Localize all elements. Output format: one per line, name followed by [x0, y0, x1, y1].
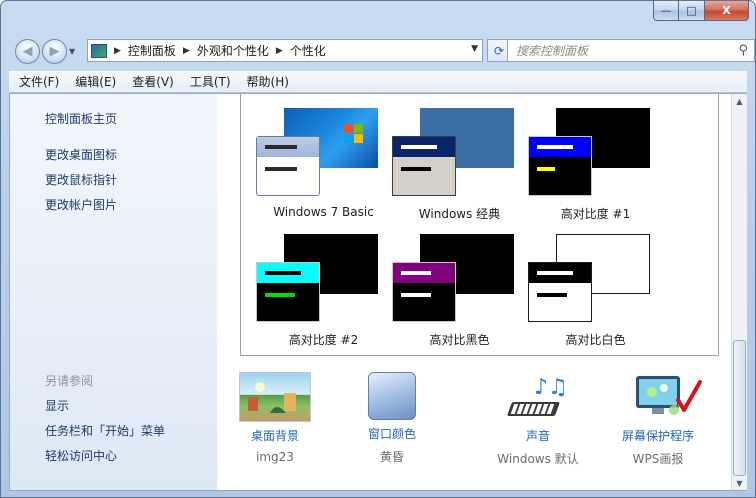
menu-help[interactable]: 帮助(H)	[247, 73, 289, 90]
sidebar-link-taskbar-start-menu[interactable]: 任务栏和「开始」菜单	[45, 422, 165, 439]
theme-preview-window	[392, 262, 456, 322]
sound-link[interactable]: 声音	[478, 427, 598, 444]
window-color-link[interactable]: 窗口颜色	[332, 425, 452, 442]
navigation-bar: ◀ ▶ ▼ ▶ 控制面板 ▶ 外观和个性化 ▶ 个性化 ▼ ⟳ ⚲	[15, 38, 755, 64]
scroll-down-icon[interactable]: ▼	[732, 476, 747, 490]
main-panel: Windows 7 Basic Windows 经典 高对比度 #1 高对比度 …	[217, 94, 731, 490]
maximize-button[interactable]: □	[679, 1, 705, 21]
theme-preview-window	[256, 136, 320, 196]
theme-high-contrast-white[interactable]: 高对比白色	[528, 234, 663, 354]
control-panel-icon	[91, 43, 107, 58]
menu-bar: 文件(F) 编辑(E) 查看(V) 工具(T) 帮助(H)	[9, 71, 747, 93]
nav-arrows: ◀ ▶ ▼	[15, 38, 81, 64]
sidebar-link-control-panel-home[interactable]: 控制面板主页	[45, 110, 117, 127]
screensaver-value: WPS画报	[632, 452, 684, 466]
screensaver-link[interactable]: 屏幕保护程序	[598, 427, 718, 444]
sidebar: 控制面板主页 更改桌面图标 更改鼠标指针 更改帐户图片 另请参阅 显示 任务栏和…	[10, 94, 217, 490]
refresh-icon: ⟳	[493, 43, 505, 58]
theme-label: 高对比黑色	[429, 333, 490, 347]
svg-text:♪♫: ♪♫	[534, 375, 568, 400]
breadcrumb-separator-icon[interactable]: ▶	[276, 46, 283, 56]
sound-value: Windows 默认	[497, 452, 579, 466]
theme-label: 高对比度 #2	[288, 333, 359, 347]
desktop-background-icon	[239, 372, 311, 422]
theme-gallery: Windows 7 Basic Windows 经典 高对比度 #1 高对比度 …	[240, 94, 719, 356]
theme-preview-window	[528, 262, 592, 322]
window-color-value: 黄昏	[379, 450, 404, 464]
screensaver-setting[interactable]: 屏幕保护程序 WPS画报	[598, 372, 718, 467]
back-arrow-icon: ◀	[22, 43, 33, 59]
personalization-settings: 桌面背景 img23 窗口颜色 黄昏 ♪♫ 声音 Windows 默认 屏幕保护…	[239, 372, 719, 482]
breadcrumb-appearance[interactable]: 外观和个性化	[197, 42, 269, 59]
sound-setting[interactable]: ♪♫ 声音 Windows 默认	[478, 372, 598, 467]
recent-pages-dropdown-icon[interactable]: ▼	[69, 47, 81, 56]
breadcrumb-separator-icon[interactable]: ▶	[114, 46, 121, 56]
window-color-icon	[368, 372, 416, 420]
sound-icon: ♪♫	[502, 372, 574, 422]
breadcrumb-personalization[interactable]: 个性化	[290, 42, 326, 59]
menu-tools[interactable]: 工具(T)	[190, 73, 231, 90]
search-input[interactable]	[516, 43, 716, 58]
caption-buttons: — □ X	[653, 1, 749, 21]
sidebar-link-mouse-pointers[interactable]: 更改鼠标指针	[45, 171, 117, 188]
screensaver-icon	[622, 372, 702, 422]
theme-high-contrast-2[interactable]: 高对比度 #2	[256, 234, 391, 354]
theme-label: Windows 经典	[418, 207, 501, 221]
theme-label: 高对比度 #1	[560, 207, 631, 221]
minimize-button[interactable]: —	[653, 1, 679, 21]
breadcrumb-separator-icon[interactable]: ▶	[183, 46, 190, 56]
breadcrumb-control-panel[interactable]: 控制面板	[128, 42, 176, 59]
sidebar-link-display[interactable]: 显示	[45, 397, 69, 414]
theme-label: 高对比白色	[565, 333, 626, 347]
close-button[interactable]: X	[705, 1, 749, 21]
theme-preview-window	[256, 262, 320, 322]
scroll-up-icon[interactable]: ▲	[732, 94, 747, 108]
menu-edit[interactable]: 编辑(E)	[75, 73, 116, 90]
theme-windows-7-basic[interactable]: Windows 7 Basic	[256, 108, 391, 228]
desktop-background-setting[interactable]: 桌面背景 img23	[215, 372, 335, 464]
vertical-scrollbar[interactable]: ▲ ▼	[731, 94, 747, 490]
theme-high-contrast-1[interactable]: 高对比度 #1	[528, 108, 663, 228]
desktop-background-link[interactable]: 桌面背景	[215, 427, 335, 444]
scrollbar-thumb[interactable]	[733, 340, 746, 476]
theme-preview-window	[528, 136, 592, 196]
see-also-heading: 另请参阅	[45, 374, 94, 388]
content-area: 控制面板主页 更改桌面图标 更改鼠标指针 更改帐户图片 另请参阅 显示 任务栏和…	[9, 93, 747, 491]
search-icon[interactable]: ⚲	[738, 43, 748, 58]
back-button[interactable]: ◀	[15, 38, 40, 64]
desktop-background-value: img23	[256, 450, 294, 464]
theme-high-contrast-black[interactable]: 高对比黑色	[392, 234, 527, 354]
menu-view[interactable]: 查看(V)	[132, 73, 174, 90]
menu-file[interactable]: 文件(F)	[19, 73, 59, 90]
address-bar[interactable]: ▶ 控制面板 ▶ 外观和个性化 ▶ 个性化 ▼	[87, 39, 483, 62]
control-panel-window: — □ X ◀ ▶ ▼ ▶ 控制面板 ▶ 外观和个性化 ▶ 个性化 ▼ ⟳ ⚲ …	[0, 0, 756, 498]
red-checkmark-annotation-icon	[676, 380, 702, 412]
address-dropdown-icon[interactable]: ▼	[471, 44, 478, 54]
search-box[interactable]: ⚲	[507, 39, 755, 62]
sidebar-link-account-picture[interactable]: 更改帐户图片	[45, 196, 117, 213]
theme-preview-window	[392, 136, 456, 196]
sidebar-link-ease-of-access[interactable]: 轻松访问中心	[45, 447, 117, 464]
window-color-setting[interactable]: 窗口颜色 黄昏	[332, 372, 452, 465]
forward-arrow-icon: ▶	[49, 43, 60, 59]
sidebar-link-desktop-icons[interactable]: 更改桌面图标	[45, 146, 117, 163]
theme-label: Windows 7 Basic	[273, 205, 374, 219]
theme-windows-classic[interactable]: Windows 经典	[392, 108, 527, 228]
forward-button[interactable]: ▶	[42, 38, 67, 64]
